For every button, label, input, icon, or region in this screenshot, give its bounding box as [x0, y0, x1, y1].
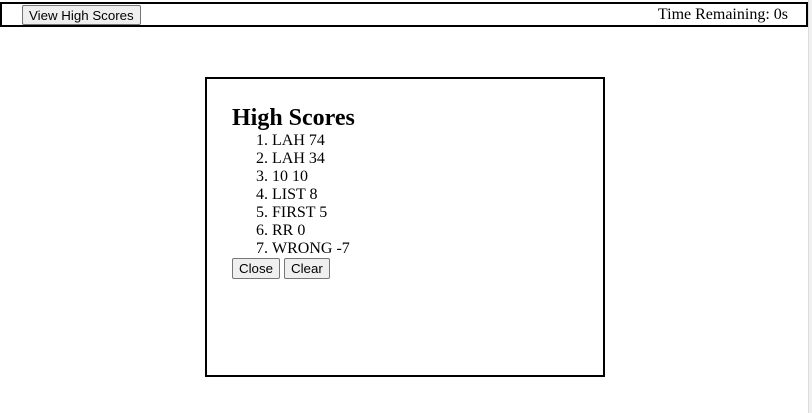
score-name: FIRST — [272, 204, 316, 221]
score-value: -7 — [336, 240, 350, 257]
score-value: 5 — [319, 204, 328, 221]
score-name: RR — [272, 222, 294, 239]
time-remaining-value: 0s — [773, 6, 788, 23]
time-remaining: Time Remaining: 0s — [658, 6, 788, 24]
top-bar: View High Scores Time Remaining: 0s — [0, 2, 808, 27]
score-entry: LAH 74 — [272, 132, 350, 150]
high-scores-dialog: High Scores LAH 74 LAH 34 10 10 LIST 8 F… — [205, 77, 605, 377]
score-value: 8 — [309, 186, 318, 203]
score-entry: LIST 8 — [272, 186, 350, 204]
score-name: LAH — [272, 150, 305, 167]
high-scores-title: High Scores — [232, 105, 355, 131]
view-high-scores-button[interactable]: View High Scores — [22, 5, 141, 25]
page-scrollbar[interactable] — [808, 0, 812, 413]
clear-button[interactable]: Clear — [284, 258, 330, 279]
score-value: 0 — [297, 222, 306, 239]
score-entry: FIRST 5 — [272, 204, 350, 222]
score-value: 34 — [308, 150, 325, 167]
score-name: LIST — [272, 186, 306, 203]
score-entry: WRONG -7 — [272, 240, 350, 258]
high-scores-list: LAH 74 LAH 34 10 10 LIST 8 FIRST 5 RR 0 … — [232, 132, 350, 258]
score-name: 10 — [272, 168, 288, 185]
score-value: 10 — [292, 168, 308, 185]
time-remaining-label: Time Remaining: — [657, 6, 770, 23]
dialog-actions: Close Clear — [232, 258, 330, 279]
score-entry: LAH 34 — [272, 150, 350, 168]
score-name: WRONG — [272, 240, 333, 257]
score-value: 74 — [308, 132, 325, 149]
close-button[interactable]: Close — [232, 258, 280, 279]
score-entry: RR 0 — [272, 222, 350, 240]
score-name: LAH — [272, 132, 305, 149]
score-entry: 10 10 — [272, 168, 350, 186]
